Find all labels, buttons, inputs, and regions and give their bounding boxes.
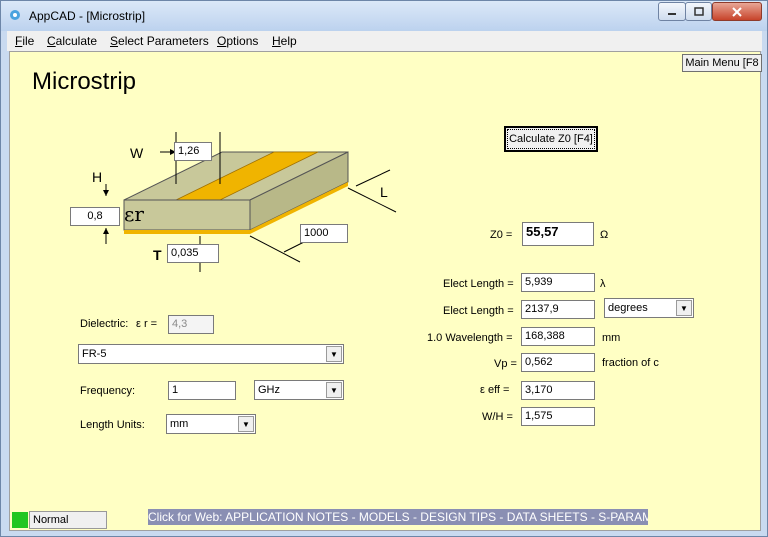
window-title: AppCAD - [Microstrip] [29, 9, 146, 23]
frequency-unit-select[interactable]: GHz ▼ [254, 380, 344, 400]
frequency-field[interactable]: 1 [168, 381, 236, 400]
chevron-down-icon[interactable]: ▼ [238, 416, 254, 432]
z0-label: Z0 = [490, 229, 513, 241]
thickness-field[interactable]: 0,035 [167, 244, 219, 263]
microstrip-diagram [103, 132, 397, 272]
minimize-icon [668, 12, 676, 15]
main-menu-button[interactable]: Main Menu [F8 [682, 54, 762, 72]
elect-length-label: Elect Length = [443, 278, 514, 290]
wh-value: 1,575 [521, 407, 595, 426]
menu-file[interactable]: File [15, 34, 34, 48]
maximize-button[interactable] [685, 2, 712, 21]
appcad-icon [10, 10, 20, 20]
length-field[interactable]: 1000 [300, 224, 348, 243]
er-label: ε r = [136, 318, 158, 330]
menu-options[interactable]: Options [217, 34, 258, 48]
close-button[interactable] [712, 2, 762, 21]
height-field[interactable]: 0,8 [70, 207, 120, 226]
microstrip-panel: Microstrip Main Menu [F8 W 1,26 H 0,8 εr… [9, 51, 762, 531]
er-symbol: εr [124, 202, 144, 226]
material-value: FR-5 [82, 348, 107, 360]
menu-help[interactable]: Help [272, 34, 297, 48]
minimize-button[interactable] [658, 2, 686, 21]
angle-unit-select[interactable]: degrees ▼ [604, 298, 694, 318]
maximize-icon [693, 6, 704, 16]
z0-unit: Ω [600, 229, 609, 241]
wavelength-unit: mm [602, 332, 621, 344]
web-link[interactable]: Click for Web: APPLICATION NOTES - MODEL… [148, 509, 648, 525]
vp-unit: fraction of c [602, 357, 659, 369]
status-bar: Normal Click for Web: APPLICATION NOTES … [10, 509, 760, 531]
close-icon [732, 6, 742, 17]
menu-calculate[interactable]: Calculate [47, 34, 97, 48]
z0-value: 55,57 [522, 222, 594, 246]
menu-bar: File Calculate Select Parameters Options… [7, 31, 762, 51]
material-select[interactable]: FR-5 ▼ [78, 344, 344, 364]
status-led-icon [12, 512, 28, 528]
width-field[interactable]: 1,26 [174, 142, 212, 161]
length-units-label: Length Units: [80, 419, 145, 431]
page-title: Microstrip [32, 68, 137, 95]
eeff-value: 3,170 [521, 381, 595, 400]
er-field[interactable]: 4,3 [168, 315, 214, 334]
lambda-unit: λ [600, 278, 606, 290]
menu-select-parameters[interactable]: Select Parameters [110, 34, 209, 48]
chevron-down-icon[interactable]: ▼ [326, 346, 342, 362]
length-units-value: mm [170, 418, 189, 430]
title-bar[interactable]: AppCAD - [Microstrip] [1, 1, 767, 31]
wavelength-label: 1.0 Wavelength = [427, 332, 513, 344]
elect-length-degrees-label: Elect Length = [443, 305, 514, 317]
app-window: AppCAD - [Microstrip] File Calculate Sel… [0, 0, 768, 537]
status-mode: Normal [29, 511, 107, 529]
dielectric-label: Dielectric: [80, 318, 129, 330]
eeff-label: ε eff = [480, 384, 510, 396]
l-label: L [380, 184, 388, 200]
vp-value: 0,562 [521, 353, 595, 372]
angle-unit-value: degrees [608, 302, 648, 314]
calculate-z0-button[interactable]: Calculate Z0 [F4] [504, 126, 598, 152]
frequency-label: Frequency: [80, 385, 136, 397]
elect-length-lambda-value: 5,939 [521, 273, 595, 292]
vp-label: Vp = [494, 358, 517, 370]
wavelength-value: 168,388 [521, 327, 595, 346]
wh-label: W/H = [482, 411, 513, 423]
ground-plane-front [124, 230, 250, 234]
w-label: W [130, 145, 144, 161]
length-units-select[interactable]: mm ▼ [166, 414, 256, 434]
h-label: H [92, 169, 103, 185]
frequency-unit-value: GHz [258, 384, 280, 396]
chevron-down-icon[interactable]: ▼ [676, 300, 692, 316]
elect-length-degrees-value: 2137,9 [521, 300, 595, 319]
t-label: T [153, 247, 162, 263]
chevron-down-icon[interactable]: ▼ [326, 382, 342, 398]
